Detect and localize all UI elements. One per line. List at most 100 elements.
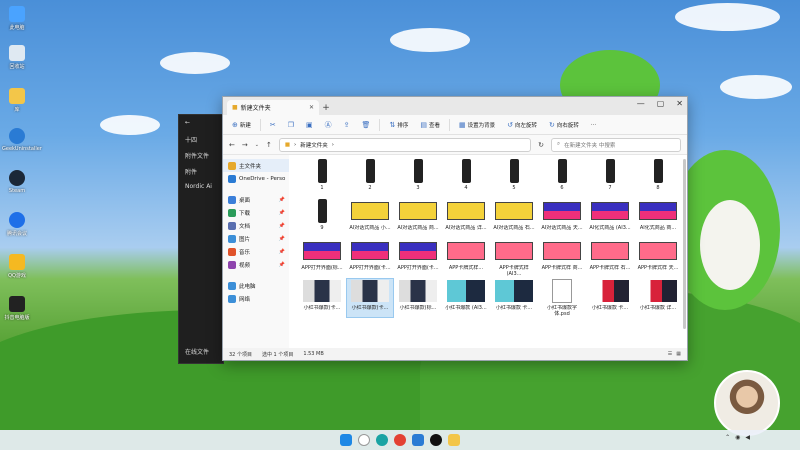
desktop-icon[interactable]: Steam <box>2 170 32 194</box>
back-arrow-icon[interactable]: ← <box>179 115 223 131</box>
network-icon[interactable]: ◉ <box>735 434 740 441</box>
desktop-icon[interactable]: 腾讯会议 <box>2 212 32 237</box>
back-arrow-icon[interactable]: ← <box>229 141 235 149</box>
file-item[interactable]: 2 <box>347 159 393 197</box>
new-tab-button[interactable]: + <box>319 101 333 115</box>
file-item[interactable]: AI对话式商品 详... <box>443 199 489 237</box>
sidebar-item[interactable]: 视频 📌 <box>223 258 289 271</box>
sidebar-item[interactable]: OneDrive - Perso <box>223 172 289 185</box>
desktop-icon[interactable]: 抖音电脑版 <box>2 296 32 321</box>
background-window[interactable]: ← 十四 附件文件 附件 Nordic Ai 在线文件 <box>178 114 224 364</box>
file-item[interactable]: APP卡牌式样 石... <box>587 239 633 277</box>
view-button[interactable]: ▤ 查看 <box>417 119 443 131</box>
desktop-icon[interactable]: 库 <box>2 88 32 113</box>
app-icon[interactable] <box>412 434 424 446</box>
file-item[interactable]: APP卡牌式样 (AI3... <box>491 239 537 277</box>
file-item[interactable]: AI对话式商品 小... <box>347 199 393 237</box>
chrome-icon[interactable] <box>394 434 406 446</box>
file-item[interactable]: 小红书爆款(标... <box>395 279 441 317</box>
refresh-icon[interactable]: ↻ <box>538 141 544 149</box>
file-item[interactable]: AI化式商品 商... <box>635 199 681 237</box>
file-item[interactable]: AI对话式商品 天... <box>539 199 585 237</box>
file-item[interactable]: 小红书爆款(卡... <box>299 279 345 317</box>
file-item[interactable]: 小红书爆款 详... <box>635 279 681 317</box>
file-item[interactable]: AI化式商品 (AI3... <box>587 199 633 237</box>
paste-button[interactable]: ▣ <box>303 119 316 131</box>
file-item[interactable]: 3 <box>395 159 441 197</box>
desktop-icon[interactable]: GeekUninstaller <box>2 128 42 152</box>
sidebar-item[interactable]: 网络 <box>223 292 289 305</box>
file-explorer-icon[interactable] <box>448 434 460 446</box>
pin-icon[interactable]: 📌 <box>279 223 285 229</box>
edge-icon[interactable] <box>376 434 388 446</box>
file-item[interactable]: APP卡牌式样 商... <box>539 239 585 277</box>
file-item[interactable]: 小红书爆款 (AI3... <box>443 279 489 317</box>
file-item[interactable]: 4 <box>443 159 489 197</box>
bg-window-item[interactable]: 十四 <box>179 131 223 147</box>
start-icon[interactable] <box>340 434 352 446</box>
file-item[interactable]: AI对话式商品 石... <box>491 199 537 237</box>
details-view-icon[interactable]: ☰ <box>668 351 672 357</box>
sidebar-item[interactable]: 下载 📌 <box>223 206 289 219</box>
more-button[interactable]: ··· <box>588 120 599 130</box>
desktop-icon[interactable]: 此电脑 <box>2 6 32 31</box>
file-item[interactable]: 小红书爆款 卡... <box>587 279 633 317</box>
bg-window-item[interactable]: 附件文件 <box>179 147 223 163</box>
bg-window-item[interactable]: 附件 <box>179 163 223 179</box>
sidebar-item[interactable]: 音乐 📌 <box>223 245 289 258</box>
search-icon[interactable] <box>358 434 370 446</box>
pin-icon[interactable]: 📌 <box>279 210 285 216</box>
file-item[interactable]: 7 <box>587 159 633 197</box>
forward-arrow-icon[interactable]: → <box>242 141 248 149</box>
up-arrow-icon[interactable]: ↑ <box>266 141 272 149</box>
new-button[interactable]: ⊕ 新建 <box>229 119 254 131</box>
sidebar-item[interactable]: 桌面 📌 <box>223 193 289 206</box>
pin-icon[interactable]: 📌 <box>279 197 285 203</box>
file-item[interactable]: 小红书爆款(卡... <box>346 278 394 318</box>
maximize-icon[interactable]: ▢ <box>657 99 665 108</box>
file-item[interactable]: AI对话式商品 商... <box>395 199 441 237</box>
file-item[interactable]: APP卡牌式样... <box>443 239 489 277</box>
volume-icon[interactable]: ◀ <box>745 434 750 441</box>
sidebar-item[interactable]: 文档 📌 <box>223 219 289 232</box>
share-button[interactable]: ⇪ <box>341 119 353 131</box>
sidebar-item[interactable]: 此电脑 <box>223 279 289 292</box>
file-item[interactable]: 8 <box>635 159 681 197</box>
file-item[interactable]: APP打开界面(卡... <box>347 239 393 277</box>
address-bar[interactable]: ■ › 新建文件夹 › <box>278 137 532 152</box>
delete-button[interactable]: 🗑 <box>359 119 374 131</box>
search-input[interactable]: ⌕ 在新建文件夹 中搜索 <box>551 137 681 152</box>
file-item[interactable]: APP打开界面(卡... <box>395 239 441 277</box>
close-icon[interactable]: ✕ <box>676 99 683 108</box>
desktop-icon[interactable]: 回收站 <box>2 45 32 70</box>
file-item[interactable]: 9 <box>299 199 345 237</box>
sort-button[interactable]: ⇅ 排序 <box>386 119 411 131</box>
tab-active[interactable]: ■ 新建文件夹 ✕ <box>227 100 319 115</box>
file-item[interactable]: APP卡牌式样 天... <box>635 239 681 277</box>
desktop-icon[interactable]: QQ游戏 <box>2 254 32 279</box>
file-item[interactable]: 1 <box>299 159 345 197</box>
close-tab-icon[interactable]: ✕ <box>309 104 314 111</box>
chevron-up-icon[interactable]: ⌃ <box>725 434 730 441</box>
pin-icon[interactable]: 📌 <box>279 236 285 242</box>
qq-icon[interactable] <box>430 434 442 446</box>
file-item[interactable]: 小红书爆款 卡... <box>491 279 537 317</box>
sidebar-item[interactable]: 主文件夹 <box>223 159 289 172</box>
breadcrumb[interactable]: 新建文件夹 <box>300 141 328 149</box>
rotate-right-button[interactable]: ↻ 向右旋转 <box>546 119 582 131</box>
file-item[interactable]: APP打开界面(标... <box>299 239 345 277</box>
rotate-left-button[interactable]: ↺ 向左旋转 <box>504 119 540 131</box>
chevron-down-icon[interactable]: ⌄ <box>255 142 259 148</box>
pin-icon[interactable]: 📌 <box>279 249 285 255</box>
file-item[interactable]: 小红书爆款字体.psd <box>539 279 585 317</box>
rename-button[interactable]: Ⓐ <box>322 118 335 132</box>
tiles-view-icon[interactable]: ▦ <box>676 351 681 357</box>
vertical-scrollbar[interactable] <box>683 159 686 329</box>
file-item[interactable]: 6 <box>539 159 585 197</box>
copy-button[interactable]: ❐ <box>285 119 297 131</box>
set-wallpaper-button[interactable]: ▦ 设置为背景 <box>456 119 498 131</box>
bg-window-item[interactable]: Nordic Ai <box>179 179 223 195</box>
cut-button[interactable]: ✂ <box>267 119 279 131</box>
file-item[interactable]: 5 <box>491 159 537 197</box>
sidebar-item[interactable]: 图片 📌 <box>223 232 289 245</box>
